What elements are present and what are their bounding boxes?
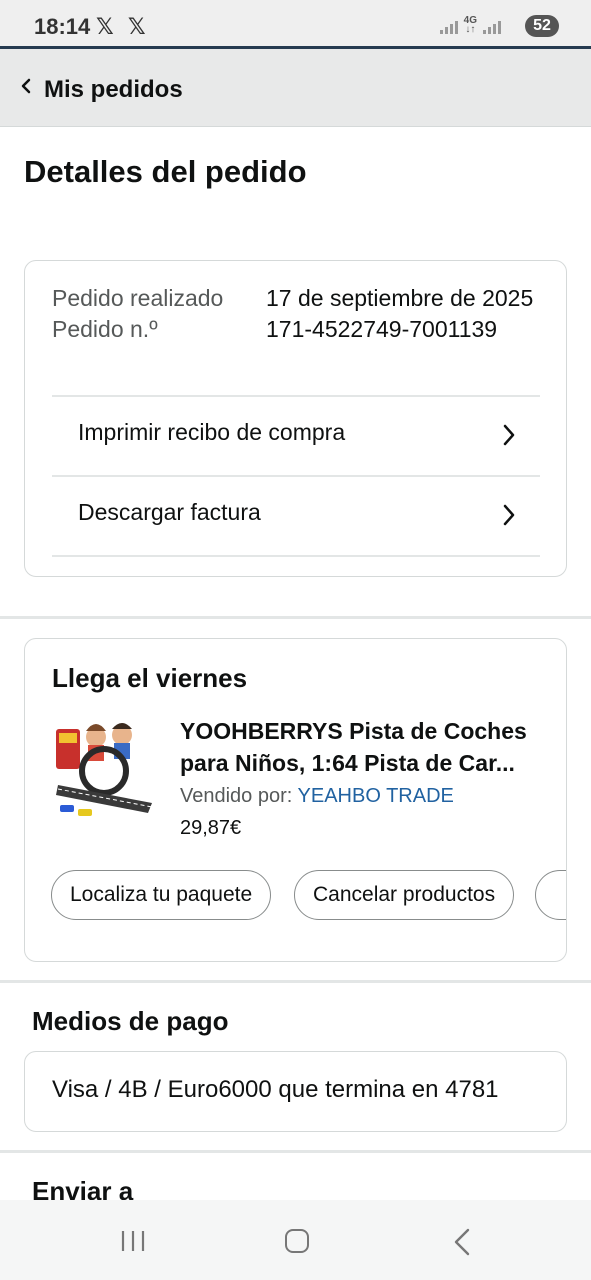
payment-card: Visa / 4B / Euro6000 que termina en 4781 <box>24 1051 567 1132</box>
battery-icon: 52 <box>525 15 559 37</box>
back-link-label[interactable]: Mis pedidos <box>44 76 183 104</box>
sold-by-label: Vendido por: <box>180 785 293 807</box>
signal-icon <box>439 21 458 34</box>
shipment-card: Llega el viernes YOOHBERRYS Pista de Coc… <box>24 638 567 962</box>
print-receipt-row[interactable]: Imprimir recibo de compra <box>25 395 566 475</box>
recents-icon[interactable] <box>120 1230 146 1252</box>
back-chevron-icon[interactable] <box>20 76 32 96</box>
product-thumbnail[interactable] <box>52 715 158 821</box>
product-title-line-1[interactable]: YOOHBERRYS Pista de Coches <box>180 715 550 747</box>
product-title-line-2[interactable]: para Niños, 1:64 Pista de Car... <box>180 747 550 779</box>
download-invoice-row[interactable]: Descargar factura <box>25 475 566 555</box>
back-icon[interactable] <box>454 1228 470 1256</box>
home-icon[interactable] <box>285 1229 309 1253</box>
seller-link[interactable]: YEAHBO TRADE <box>298 785 454 807</box>
number-label: Pedido n.º <box>52 316 158 342</box>
order-summary-card: Pedido realizado Pedido n.º 17 de septie… <box>24 260 567 577</box>
x-notification-icons: 𝕏 𝕏 <box>96 14 150 39</box>
order-info-values: 17 de septiembre de 2025 171-4522749-700… <box>266 283 556 345</box>
top-bar[interactable]: Mis pedidos <box>0 49 591 127</box>
sold-by: Vendido por: YEAHBO TRADE <box>180 785 454 808</box>
chevron-right-icon[interactable] <box>502 503 516 527</box>
chevron-right-icon[interactable] <box>502 423 516 447</box>
download-invoice-label[interactable]: Descargar factura <box>78 499 261 526</box>
track-package-button[interactable]: Localiza tu paquete <box>51 870 272 920</box>
status-time: 18:14 <box>34 14 91 39</box>
more-actions-button[interactable] <box>535 870 566 920</box>
section-divider <box>0 616 591 619</box>
delivery-status: Llega el viernes <box>52 663 248 693</box>
status-bar: 18:14 𝕏 𝕏 4G ↓↑ 52 <box>0 0 591 46</box>
row-divider <box>52 555 540 557</box>
cancel-items-button[interactable]: Cancelar productos <box>294 870 515 920</box>
signal-icon <box>483 21 501 34</box>
section-divider <box>0 980 591 983</box>
network-type: 4G ↓↑ <box>463 15 477 35</box>
placed-date: 17 de septiembre de 2025 <box>266 285 534 311</box>
order-info-labels: Pedido realizado Pedido n.º <box>52 283 223 345</box>
payment-section-title: Medios de pago <box>32 1006 229 1036</box>
signal-icons: 4G ↓↑ <box>439 15 501 35</box>
product-price: 29,87€ <box>180 817 242 839</box>
section-divider <box>0 1150 591 1153</box>
payment-method: Visa / 4B / Euro6000 que termina en 4781 <box>52 1076 499 1103</box>
print-receipt-label[interactable]: Imprimir recibo de compra <box>78 419 345 446</box>
system-nav-bar <box>0 1200 591 1280</box>
page-title: Detalles del pedido <box>24 154 307 189</box>
placed-label: Pedido realizado <box>52 285 224 311</box>
order-number: 171-4522749-7001139 <box>266 316 498 342</box>
product-title[interactable]: YOOHBERRYS Pista de Coches para Niños, 1… <box>180 715 550 779</box>
